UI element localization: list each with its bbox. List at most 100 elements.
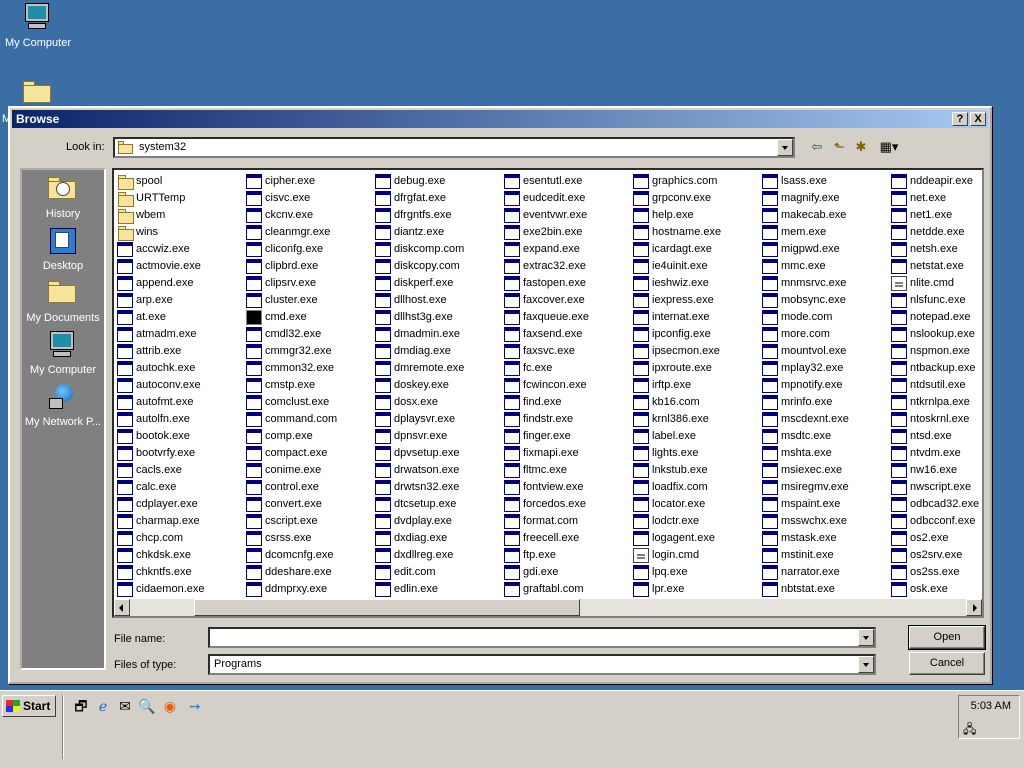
firefox-icon[interactable]: ◉ (161, 697, 179, 715)
file-name: faxqueue.exe (523, 311, 590, 323)
desktop-icon-my-computer[interactable]: My Computer (0, 2, 76, 49)
file-name: graphics.com (652, 175, 718, 187)
look-in-label: Look in: (66, 141, 105, 153)
file-name: nslookup.exe (910, 328, 975, 340)
place-my-documents[interactable]: My Documents (22, 278, 104, 324)
file-name: mobsync.exe (781, 294, 846, 306)
file-icon (117, 429, 133, 444)
file-name: expand.exe (523, 243, 580, 255)
new-folder-icon[interactable]: ✱ (852, 138, 870, 156)
file-name: compact.exe (265, 447, 328, 459)
file-name: login.cmd (652, 549, 700, 561)
file-icon (117, 412, 133, 427)
file-icon (375, 276, 391, 291)
clock[interactable]: 5:03 AM (971, 700, 1011, 712)
chevron-down-icon[interactable] (858, 656, 874, 673)
file-name: mplay32.exe (781, 362, 844, 374)
place-my-network[interactable]: My Network P... (22, 382, 104, 428)
place-my-computer[interactable]: My Computer (22, 330, 104, 376)
scroll-thumb[interactable] (194, 599, 580, 616)
file-icon (504, 191, 520, 206)
file-icon (375, 378, 391, 393)
file-icon (762, 242, 778, 257)
close-button[interactable]: X (970, 112, 986, 126)
start-button[interactable]: Start (2, 695, 56, 717)
chevron-down-icon[interactable] (858, 629, 874, 646)
scroll-right-icon[interactable] (966, 599, 982, 616)
desktop-icon (47, 226, 79, 258)
arrow-icon[interactable]: ➙ (186, 697, 204, 715)
file-icon (375, 446, 391, 461)
file-icon (891, 174, 907, 189)
horizontal-scrollbar[interactable] (114, 599, 982, 616)
file-name: spool (136, 175, 163, 187)
file-name: loadfix.com (652, 481, 708, 493)
file-name: findstr.exe (523, 413, 574, 425)
file-name: fastopen.exe (523, 277, 586, 289)
search-icon[interactable]: 🔍 (138, 697, 156, 715)
scroll-left-icon[interactable] (114, 599, 130, 616)
file-name: dmremote.exe (394, 362, 465, 374)
windows-logo-icon (6, 700, 20, 712)
file-name: cscript.exe (265, 515, 318, 527)
file-icon (246, 429, 262, 444)
chevron-down-icon[interactable] (777, 139, 793, 156)
file-name-input[interactable] (208, 627, 876, 648)
file-icon (375, 395, 391, 410)
back-icon[interactable]: ⇦ (808, 138, 826, 156)
file-icon (504, 310, 520, 325)
file-icon (762, 412, 778, 427)
tray-network-icon[interactable]: 🖧 (963, 720, 976, 741)
place-desktop[interactable]: Desktop (22, 226, 104, 272)
outlook-express-icon[interactable]: ✉ (116, 697, 134, 715)
file-name: fixmapi.exe (523, 447, 579, 459)
file-icon (762, 276, 778, 291)
show-desktop-icon[interactable]: 🗗 (72, 697, 90, 715)
view-menu-icon[interactable]: ▦▾ (876, 138, 902, 156)
file-icon (246, 259, 262, 274)
file-icon (504, 514, 520, 529)
file-name: convert.exe (265, 498, 322, 510)
internet-explorer-icon[interactable]: ℯ (94, 697, 112, 715)
desktop-icon-label: My Computer (4, 37, 72, 49)
file-icon (891, 344, 907, 359)
cancel-button[interactable]: Cancel (909, 652, 985, 675)
file-icon (375, 429, 391, 444)
file-icon (633, 242, 649, 257)
file-name: nbtstat.exe (781, 583, 835, 595)
file-name: chkntfs.exe (136, 566, 192, 578)
file-icon (504, 378, 520, 393)
file-icon (762, 344, 778, 359)
file-icon (246, 344, 262, 359)
file-name: autolfn.exe (136, 413, 190, 425)
file-name: ntbackup.exe (910, 362, 976, 374)
files-of-type-select[interactable]: Programs (208, 654, 876, 675)
file-icon (246, 208, 262, 223)
help-button[interactable]: ? (952, 112, 968, 126)
place-history[interactable]: History (22, 174, 104, 220)
file-name: ieshwiz.exe (652, 277, 709, 289)
file-name: cidaemon.exe (136, 583, 205, 595)
file-icon (504, 293, 520, 308)
network-icon (47, 382, 79, 414)
file-list[interactable]: spool URTTemp wbem wins accwiz.exe actmovie.e… (112, 168, 984, 618)
file-name: command.com (265, 413, 338, 425)
place-label: Desktop (42, 260, 84, 272)
place-label: My Network P... (24, 416, 102, 428)
file-icon (891, 463, 907, 478)
file-name: msiregmv.exe (781, 481, 849, 493)
look-in-combo[interactable]: system32 (113, 137, 795, 158)
file-icon (633, 225, 649, 240)
up-folder-icon[interactable]: ⬑ (830, 138, 848, 156)
file-icon (633, 276, 649, 291)
file-name: netdde.exe (910, 226, 965, 238)
title-bar[interactable]: Browse ? X (12, 110, 988, 128)
file-name: nwscript.exe (910, 481, 972, 493)
file-icon (246, 174, 262, 189)
file-icon (375, 293, 391, 308)
file-icon (891, 378, 907, 393)
file-name: edit.com (394, 566, 436, 578)
file-name: wins (136, 226, 159, 238)
open-button[interactable]: Open (908, 625, 986, 650)
file-name: mstinit.exe (781, 549, 834, 561)
